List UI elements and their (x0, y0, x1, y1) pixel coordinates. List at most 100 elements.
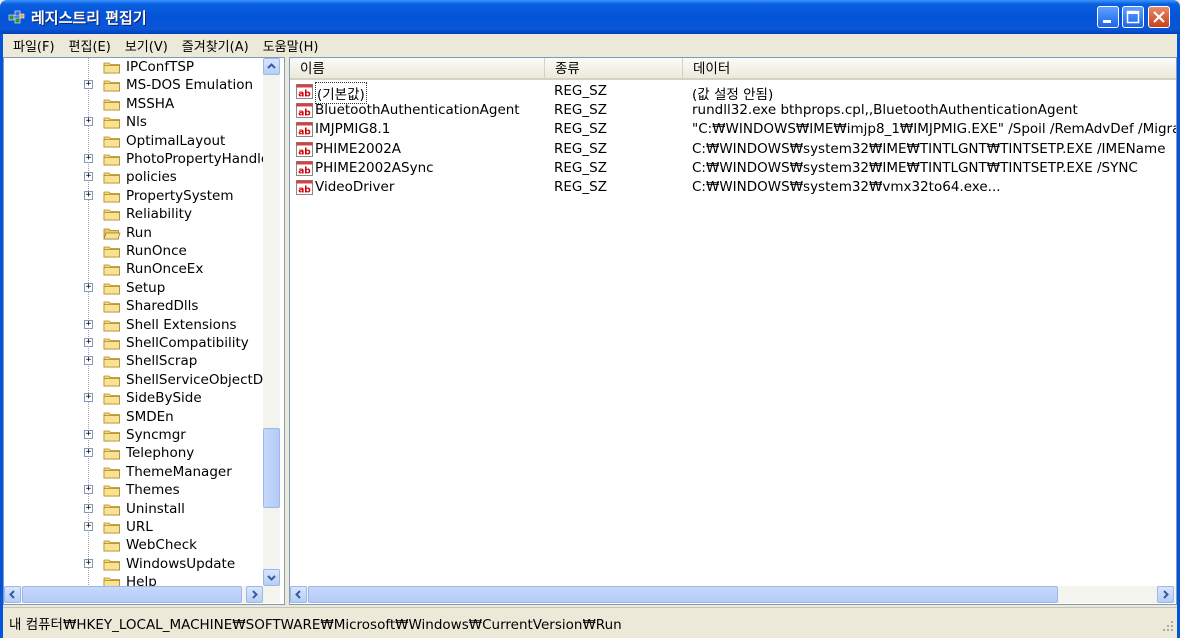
tree-item[interactable]: + Themes (4, 481, 263, 499)
list-item[interactable]: ab BluetoothAuthenticationAgent REG_SZ rund… (290, 101, 1176, 120)
tree-item-label: OptimalLayout (126, 132, 226, 149)
scroll-right-button[interactable] (1157, 586, 1174, 603)
tree-item[interactable]: WebCheck (4, 536, 263, 554)
list-hscroll-thumb[interactable] (308, 586, 1058, 603)
list-item[interactable]: ab PHIME2002ASync REG_SZ C:₩WINDOWS₩system3… (290, 159, 1176, 178)
list-item[interactable]: ab PHIME2002A REG_SZ C:₩WINDOWS₩system32₩IM… (290, 140, 1176, 159)
minimize-button[interactable] (1097, 6, 1119, 28)
expand-toggle-icon[interactable]: + (84, 503, 93, 513)
tree-hscroll-thumb[interactable] (22, 586, 242, 603)
folder-icon (103, 356, 120, 368)
tree-item[interactable]: MSSHA (4, 95, 263, 113)
scroll-right-button[interactable] (246, 586, 263, 603)
status-bar: 내 컴퓨터₩HKEY_LOCAL_MACHINE₩SOFTWARE₩Micros… (3, 607, 1177, 635)
list-item[interactable]: ab IMJPMIG8.1 REG_SZ "C:₩WINDOWS₩IME₩imjp8_… (290, 120, 1176, 139)
expand-toggle-icon[interactable]: + (84, 393, 93, 403)
scroll-left-button[interactable] (290, 586, 307, 603)
maximize-button[interactable] (1122, 6, 1144, 28)
tree-item[interactable]: + Telephony (4, 444, 263, 462)
column-data[interactable]: 데이터 (683, 58, 1176, 80)
tree-item[interactable]: + Setup (4, 279, 263, 297)
folder-icon (103, 99, 120, 111)
tree-vertical-scrollbar[interactable] (263, 58, 280, 586)
tree-item[interactable]: + PhotoPropertyHandle (4, 150, 269, 168)
svg-text:ab: ab (298, 147, 311, 157)
minimize-icon (1103, 20, 1111, 23)
folder-icon (103, 448, 120, 460)
scroll-up-button[interactable] (263, 58, 280, 75)
maximize-icon (1126, 10, 1140, 24)
menu-edit[interactable]: 편집(E) (69, 36, 111, 55)
string-value-icon: ab (296, 84, 313, 99)
column-type[interactable]: 종류 (545, 58, 683, 80)
tree-item[interactable]: RunOnce (4, 242, 263, 260)
tree-item-label: policies (126, 169, 177, 186)
menu-file[interactable]: 파일(F) (13, 36, 55, 55)
tree-item-label: ThemeManager (126, 463, 232, 480)
tree-item[interactable]: + policies (4, 168, 263, 186)
tree-item[interactable]: IPConfTSP (4, 58, 263, 76)
svg-text:ab: ab (298, 186, 311, 196)
tree-item[interactable]: Run (4, 224, 263, 242)
expand-toggle-icon[interactable]: + (84, 485, 93, 495)
value-data: C:₩WINDOWS₩system32₩vmx32to64.exe... (692, 179, 1001, 195)
tree-item[interactable]: SharedDlls (4, 297, 263, 315)
chevron-right-icon (252, 590, 258, 599)
scroll-left-button[interactable] (4, 586, 21, 603)
title-bar[interactable]: 레지스트리 편집기 (0, 0, 1180, 34)
tree-item[interactable]: + ShellScrap (4, 352, 263, 370)
list-item[interactable]: ab (기본값) REG_SZ (값 설정 안됨) (290, 82, 1176, 104)
string-value-icon: ab (296, 160, 313, 176)
tree-item[interactable]: + MS-DOS Emulation (4, 76, 263, 94)
column-name[interactable]: 이름 (290, 58, 545, 80)
registry-tree[interactable]: IPConfTSP + MS-DOS Emulation MSSHA + Nls Optim… (3, 57, 285, 605)
tree-item[interactable]: + SideBySide (4, 389, 263, 407)
values-list[interactable]: 이름 종류 데이터 ab (기본값) REG_SZ (값 설정 안됨) ab Blueto… (289, 57, 1177, 605)
expand-toggle-icon[interactable]: + (84, 117, 93, 127)
list-item[interactable]: ab VideoDriver REG_SZ C:₩WINDOWS₩system32₩v… (290, 178, 1176, 197)
value-type: REG_SZ (554, 140, 607, 157)
value-name: PHIME2002ASync (315, 159, 434, 176)
tree-item[interactable]: ShellServiceObjectDe (4, 371, 272, 389)
tree-item[interactable]: Reliability (4, 205, 263, 223)
expand-toggle-icon[interactable]: + (84, 80, 93, 90)
scroll-down-button[interactable] (263, 569, 280, 586)
expand-toggle-icon[interactable]: + (84, 558, 93, 568)
close-button[interactable] (1148, 6, 1170, 28)
folder-icon (103, 485, 120, 497)
tree-item[interactable]: + Uninstall (4, 500, 263, 518)
registry-editor-icon (8, 10, 25, 24)
expand-toggle-icon[interactable]: + (84, 338, 93, 347)
tree-item[interactable]: + WindowsUpdate (4, 555, 263, 573)
tree-item-label: Themes (126, 482, 180, 499)
tree-item[interactable]: + ShellCompatibility (4, 334, 263, 352)
folder-icon (103, 320, 120, 331)
list-horizontal-scrollbar[interactable] (290, 586, 1176, 603)
expand-toggle-icon[interactable]: + (84, 448, 93, 458)
menu-view[interactable]: 보기(V) (125, 36, 168, 55)
tree-item[interactable]: RunOnceEx (4, 260, 263, 278)
expand-toggle-icon[interactable]: + (84, 319, 93, 329)
resize-grip-icon[interactable] (1162, 620, 1174, 632)
tree-item[interactable]: + URL (4, 518, 263, 536)
expand-toggle-icon[interactable]: + (84, 282, 93, 292)
tree-item[interactable]: + Nls (4, 113, 263, 131)
expand-toggle-icon[interactable]: + (84, 172, 93, 182)
expand-toggle-icon[interactable]: + (84, 190, 93, 200)
tree-item[interactable]: + Shell Extensions (4, 316, 263, 334)
expand-toggle-icon[interactable]: + (84, 430, 93, 439)
tree-scroll-thumb[interactable] (263, 428, 280, 508)
tree-horizontal-scrollbar[interactable] (4, 586, 280, 603)
expand-toggle-icon[interactable]: + (84, 154, 93, 163)
expand-toggle-icon[interactable]: + (84, 522, 93, 531)
tree-item-label: ShellServiceObjectDe (126, 371, 272, 388)
tree-item[interactable]: + Syncmgr (4, 426, 263, 444)
tree-item[interactable]: OptimalLayout (4, 132, 263, 150)
folder-icon (103, 264, 120, 276)
tree-item[interactable]: + PropertySystem (4, 187, 263, 205)
tree-item[interactable]: ThemeManager (4, 463, 263, 481)
tree-item[interactable]: SMDEn (4, 408, 263, 426)
expand-toggle-icon[interactable]: + (84, 356, 93, 366)
menu-favorites[interactable]: 즐겨찾기(A) (182, 36, 249, 55)
menu-help[interactable]: 도움말(H) (263, 36, 319, 55)
